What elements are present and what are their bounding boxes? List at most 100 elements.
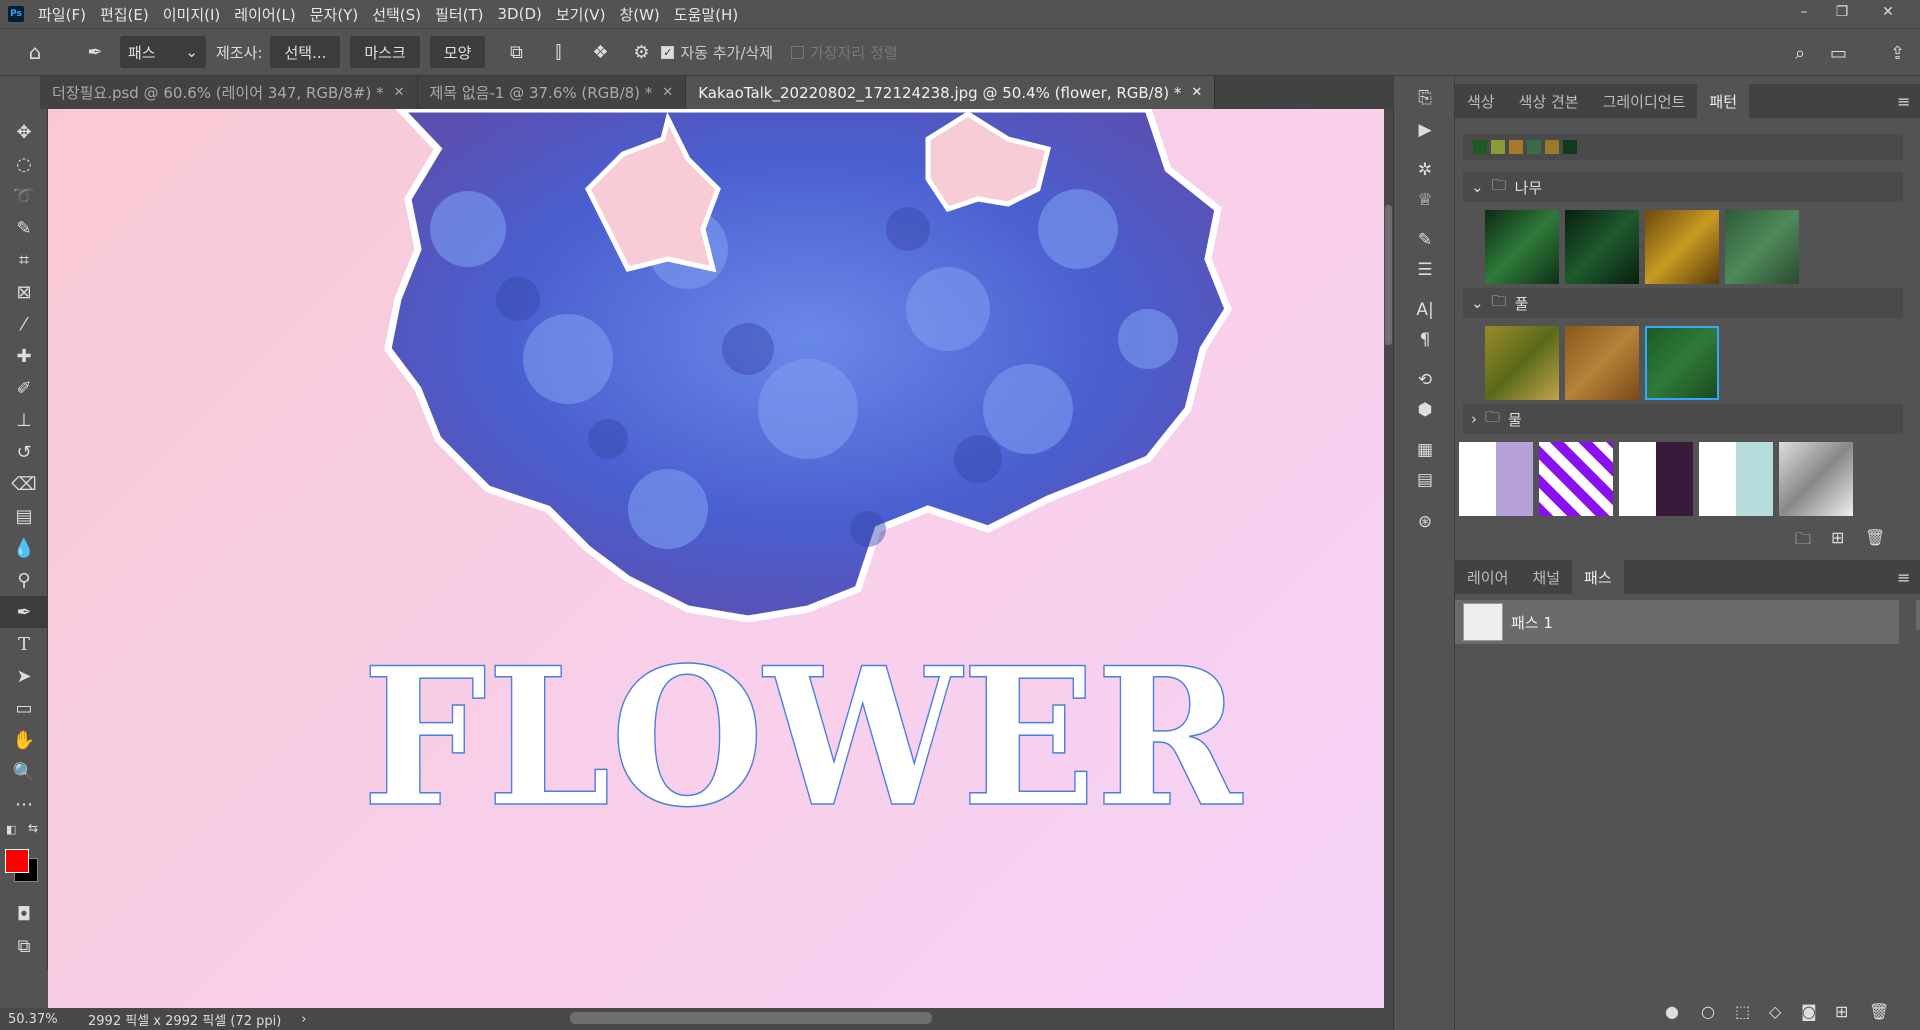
close-icon[interactable]: ✕ xyxy=(1191,85,1202,100)
actions-play-icon[interactable]: ▶ xyxy=(1410,116,1440,144)
properties-icon[interactable]: ▦ xyxy=(1410,436,1440,464)
horizontal-scrollbar[interactable] xyxy=(570,1012,932,1024)
path-select-tool-icon[interactable]: ➤ xyxy=(0,660,48,692)
history-brush-icon[interactable]: ↺ xyxy=(0,436,48,468)
lasso-tool-icon[interactable]: ➰ xyxy=(0,180,48,212)
make-selection-button[interactable]: 선택... xyxy=(270,36,341,68)
panel-menu-icon[interactable]: ≡ xyxy=(1897,92,1910,111)
gear-icon[interactable]: ⚙ xyxy=(621,42,661,63)
zoom-level[interactable]: 50.37% xyxy=(8,1012,68,1027)
foreground-color-swatch[interactable] xyxy=(5,849,29,873)
chevron-right-icon[interactable]: › xyxy=(301,1012,306,1027)
vertical-scrollbar[interactable] xyxy=(1384,109,1393,1009)
close-icon[interactable]: ✕ xyxy=(662,85,673,100)
recent-pattern-swatch[interactable] xyxy=(1491,140,1505,154)
home-icon[interactable]: ⌂ xyxy=(0,40,70,64)
brush-settings-icon[interactable]: ✎ xyxy=(1410,226,1440,254)
menu-window[interactable]: 창(W) xyxy=(619,4,659,25)
recent-pattern-swatch[interactable] xyxy=(1527,140,1541,154)
menu-type[interactable]: 문자(Y) xyxy=(310,4,358,25)
pattern-group-grass[interactable]: ⌄ 🗀 풀 xyxy=(1463,288,1903,318)
pattern-swatch[interactable] xyxy=(1459,442,1533,516)
quick-mask-icon[interactable]: ◘ xyxy=(0,898,48,930)
pen-tool-icon[interactable]: ✒ xyxy=(70,42,120,63)
tab-patterns[interactable]: 패턴 xyxy=(1697,84,1749,118)
pattern-swatch[interactable] xyxy=(1645,210,1719,284)
menu-layer[interactable]: 레이어(L) xyxy=(234,4,295,25)
history-icon[interactable]: ⎘ xyxy=(1410,84,1440,112)
pattern-swatch[interactable] xyxy=(1565,326,1639,400)
default-colors-icon[interactable]: ◧ xyxy=(6,823,16,836)
tab-layers[interactable]: 레이어 xyxy=(1455,560,1520,594)
tab-gradients[interactable]: 그레이디언트 xyxy=(1591,84,1698,118)
tab-channels[interactable]: 채널 xyxy=(1520,560,1572,594)
new-group-folder-icon[interactable]: 🗀 xyxy=(1795,528,1811,555)
tab-document-1[interactable]: 더장필요.psd @ 60.6% (레이어 347, RGB/8#) * ✕ xyxy=(40,76,418,109)
stroke-path-icon[interactable]: ○ xyxy=(1701,1002,1715,1021)
menu-help[interactable]: 도움말(H) xyxy=(674,4,738,25)
trash-icon[interactable]: 🗑 xyxy=(1869,1002,1889,1021)
histogram-icon[interactable]: ♕ xyxy=(1410,186,1440,214)
menu-view[interactable]: 보기(V) xyxy=(556,4,606,25)
dodge-tool-icon[interactable]: ⚲ xyxy=(0,564,48,596)
menu-filter[interactable]: 필터(T) xyxy=(435,4,483,25)
pattern-swatch[interactable] xyxy=(1725,210,1799,284)
auto-add-checkbox[interactable]: ✓ 자동 추가/삭제 xyxy=(661,42,773,63)
blur-tool-icon[interactable]: 💧 xyxy=(0,532,48,564)
pattern-swatch[interactable] xyxy=(1539,442,1613,516)
restore-icon[interactable]: ❐ xyxy=(1832,4,1852,22)
pattern-group-water[interactable]: › 🗀 물 xyxy=(1463,404,1903,434)
stamp-tool-icon[interactable]: ⊥ xyxy=(0,404,48,436)
load-selection-icon[interactable]: ⬚ xyxy=(1735,1002,1750,1021)
panel-menu-icon[interactable]: ≡ xyxy=(1897,568,1910,587)
tab-paths[interactable]: 패스 xyxy=(1572,560,1624,594)
brush-tool-icon[interactable]: ✐ xyxy=(0,372,48,404)
healing-brush-icon[interactable]: ✚ xyxy=(0,340,48,372)
more-tools-icon[interactable]: ⋯ xyxy=(0,788,48,820)
eraser-tool-icon[interactable]: ⌫ xyxy=(0,468,48,500)
tab-color[interactable]: 색상 xyxy=(1455,84,1507,118)
mode-select[interactable]: 패스 ⌄ xyxy=(120,36,206,68)
recent-pattern-swatch[interactable] xyxy=(1509,140,1523,154)
pattern-group-trees[interactable]: ⌄ 🗀 나무 xyxy=(1463,172,1903,202)
hand-tool-icon[interactable]: ✋ xyxy=(0,724,48,756)
swap-colors-icon[interactable]: ⇆ xyxy=(28,821,38,835)
pattern-swatch[interactable] xyxy=(1699,442,1773,516)
panel-scrollbar[interactable] xyxy=(1916,600,1920,630)
marquee-tool-icon[interactable]: ◌ xyxy=(0,148,48,180)
tab-document-3[interactable]: KakaoTalk_20220802_172124238.jpg @ 50.4%… xyxy=(686,76,1216,109)
navigator-icon[interactable]: ✲ xyxy=(1410,156,1440,184)
fill-path-icon[interactable]: ● xyxy=(1665,1002,1679,1021)
pattern-swatch[interactable] xyxy=(1779,442,1853,516)
crop-tool-icon[interactable]: ⌗ xyxy=(0,244,48,276)
gradient-tool-icon[interactable]: ▤ xyxy=(0,500,48,532)
new-pattern-icon[interactable]: ⊞ xyxy=(1831,528,1844,547)
path-item[interactable]: 패스 1 xyxy=(1455,600,1899,644)
rectangle-tool-icon[interactable]: ▭ xyxy=(0,692,48,724)
3d-icon[interactable]: ⬢ xyxy=(1410,396,1440,424)
pattern-swatch[interactable] xyxy=(1565,210,1639,284)
tab-swatches[interactable]: 색상 견본 xyxy=(1507,84,1591,118)
quick-select-tool-icon[interactable]: ✎ xyxy=(0,212,48,244)
pattern-swatch[interactable] xyxy=(1485,210,1559,284)
close-icon[interactable]: ✕ xyxy=(394,85,405,100)
pattern-swatch[interactable] xyxy=(1485,326,1559,400)
paragraph-icon[interactable]: ¶ xyxy=(1410,326,1440,354)
close-icon[interactable]: ✕ xyxy=(1878,4,1898,22)
pattern-swatch[interactable] xyxy=(1619,442,1693,516)
search-icon[interactable]: ⌕ xyxy=(1795,43,1805,64)
menu-image[interactable]: 이미지(I) xyxy=(163,4,221,25)
make-shape-button[interactable]: 모양 xyxy=(429,36,486,68)
path-arrangement-icon[interactable]: ❖ xyxy=(579,42,621,63)
eyedropper-tool-icon[interactable]: ⁄ xyxy=(0,308,48,340)
make-mask-button[interactable]: 마스크 xyxy=(350,36,420,68)
menu-3d[interactable]: 3D(D) xyxy=(498,5,542,23)
path-alignment-icon[interactable]: ⫿ xyxy=(537,42,579,63)
make-workpath-icon[interactable]: ◇ xyxy=(1769,1002,1781,1021)
document-canvas[interactable]: FLOWER xyxy=(48,109,1384,1009)
menu-file[interactable]: 파일(F) xyxy=(38,4,86,25)
clone-source-icon[interactable]: ⟲ xyxy=(1410,366,1440,394)
pen-tool-icon[interactable]: ✒ xyxy=(0,596,48,628)
type-tool-icon[interactable]: T xyxy=(0,628,48,660)
frame-tool-icon[interactable]: ⊠ xyxy=(0,276,48,308)
